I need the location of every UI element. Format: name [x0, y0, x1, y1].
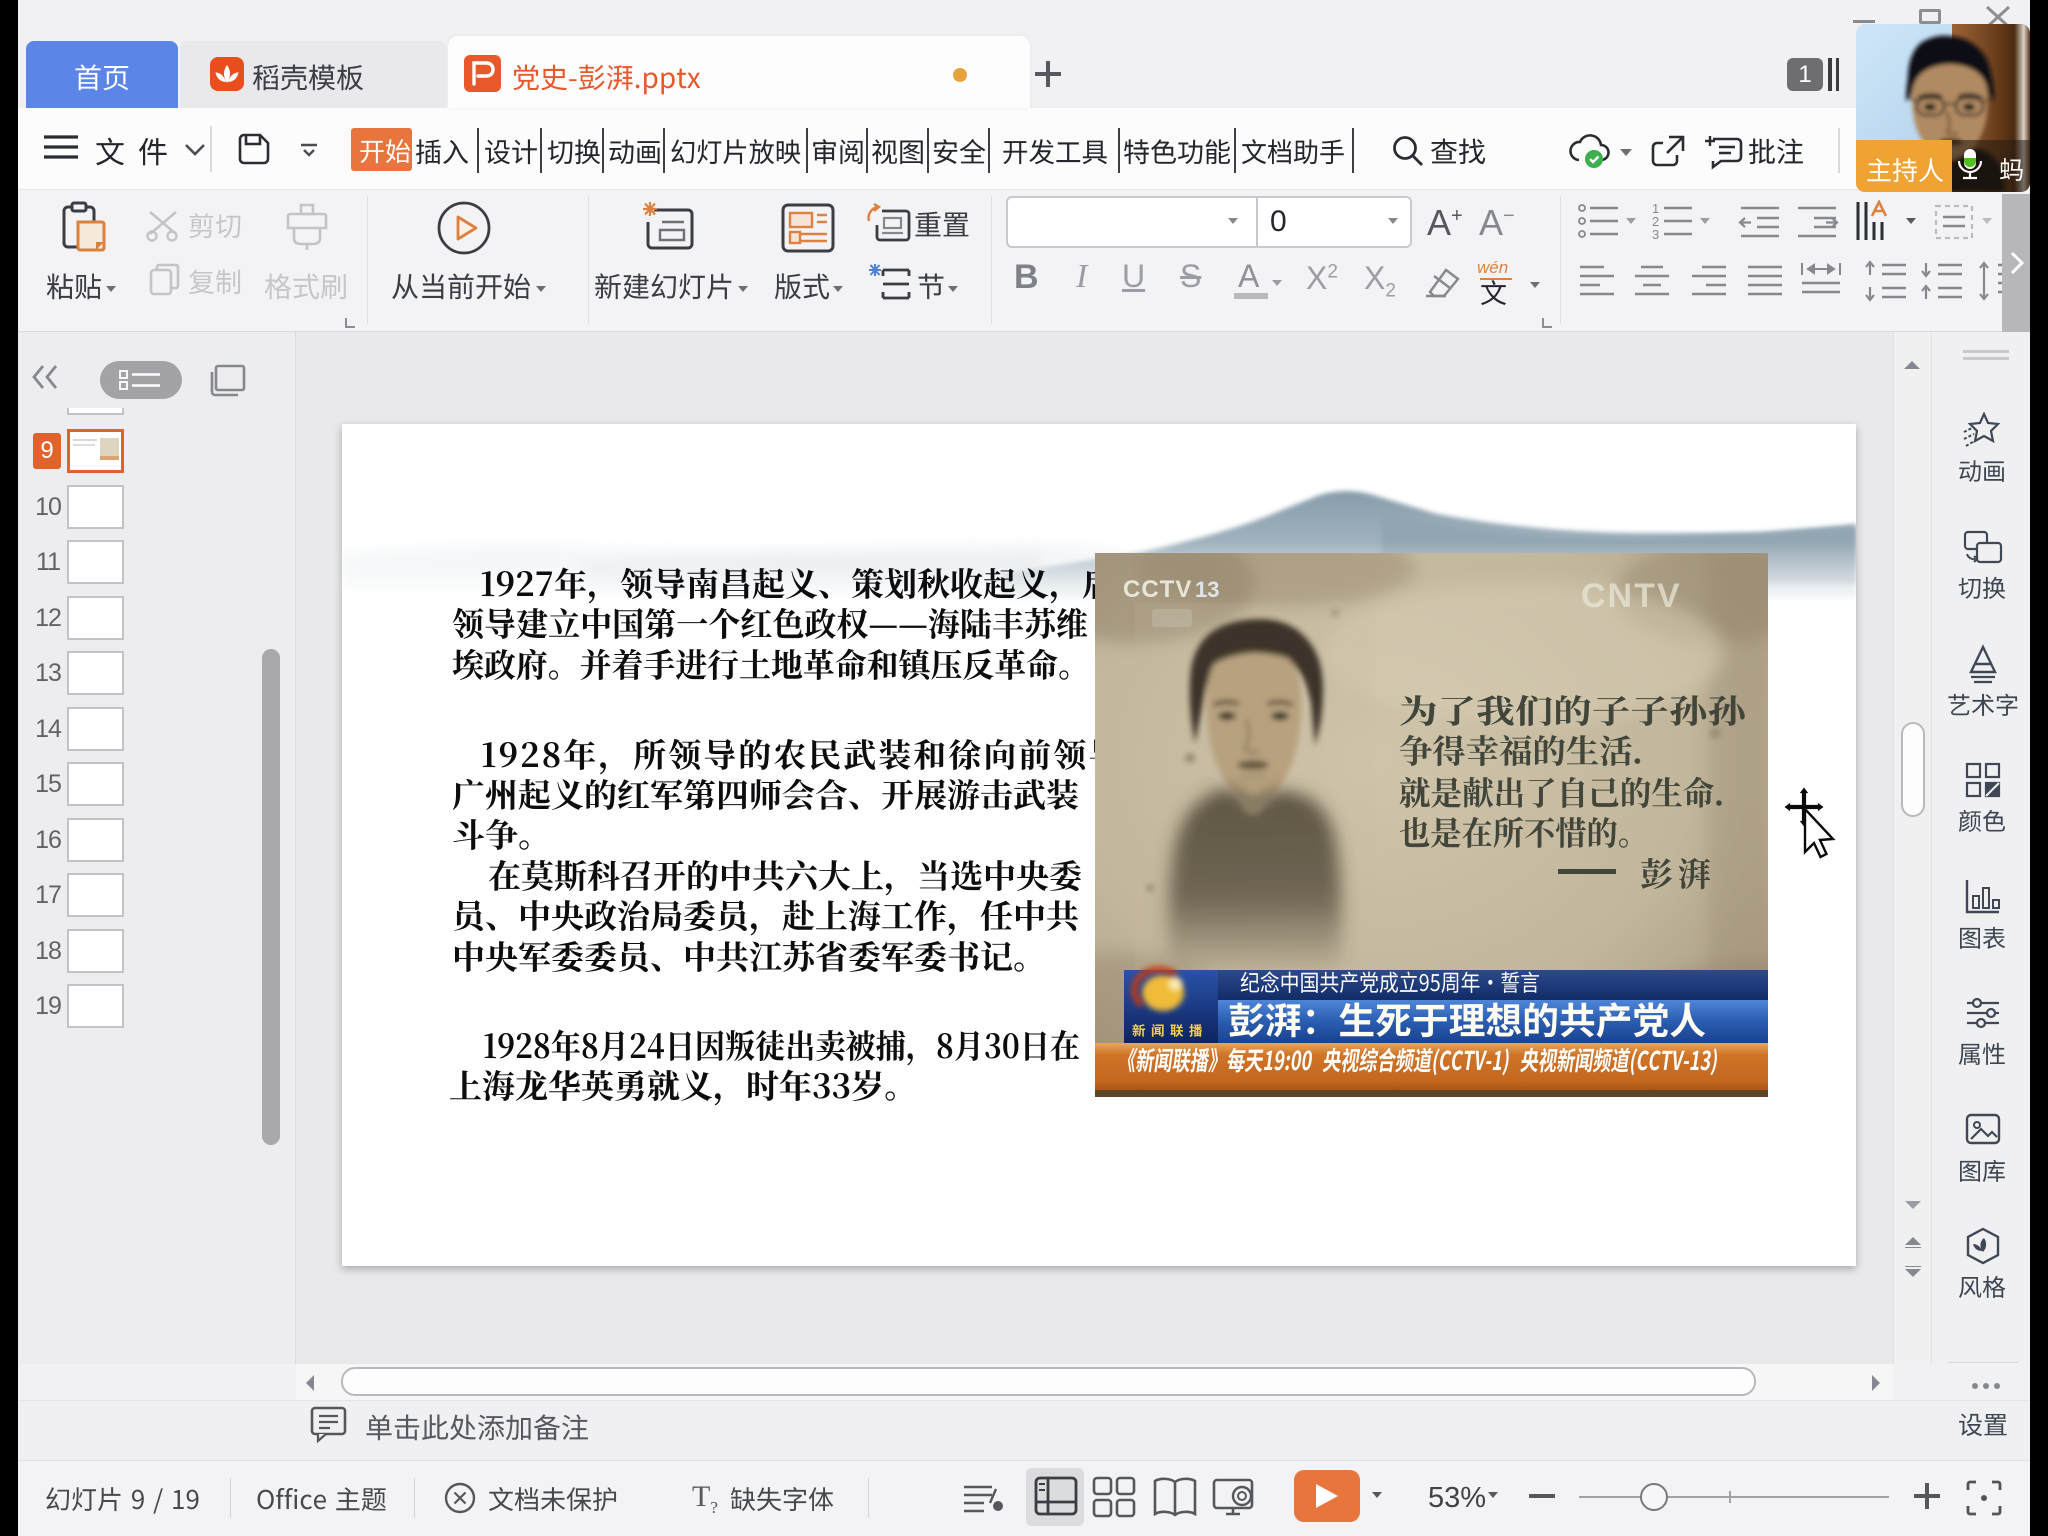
svg-text:13: 13 [1195, 577, 1219, 602]
svg-text:CCTV: CCTV [1123, 576, 1192, 603]
svg-text:CNTV: CNTV [1581, 577, 1682, 615]
svg-text:3: 3 [1652, 227, 1659, 242]
